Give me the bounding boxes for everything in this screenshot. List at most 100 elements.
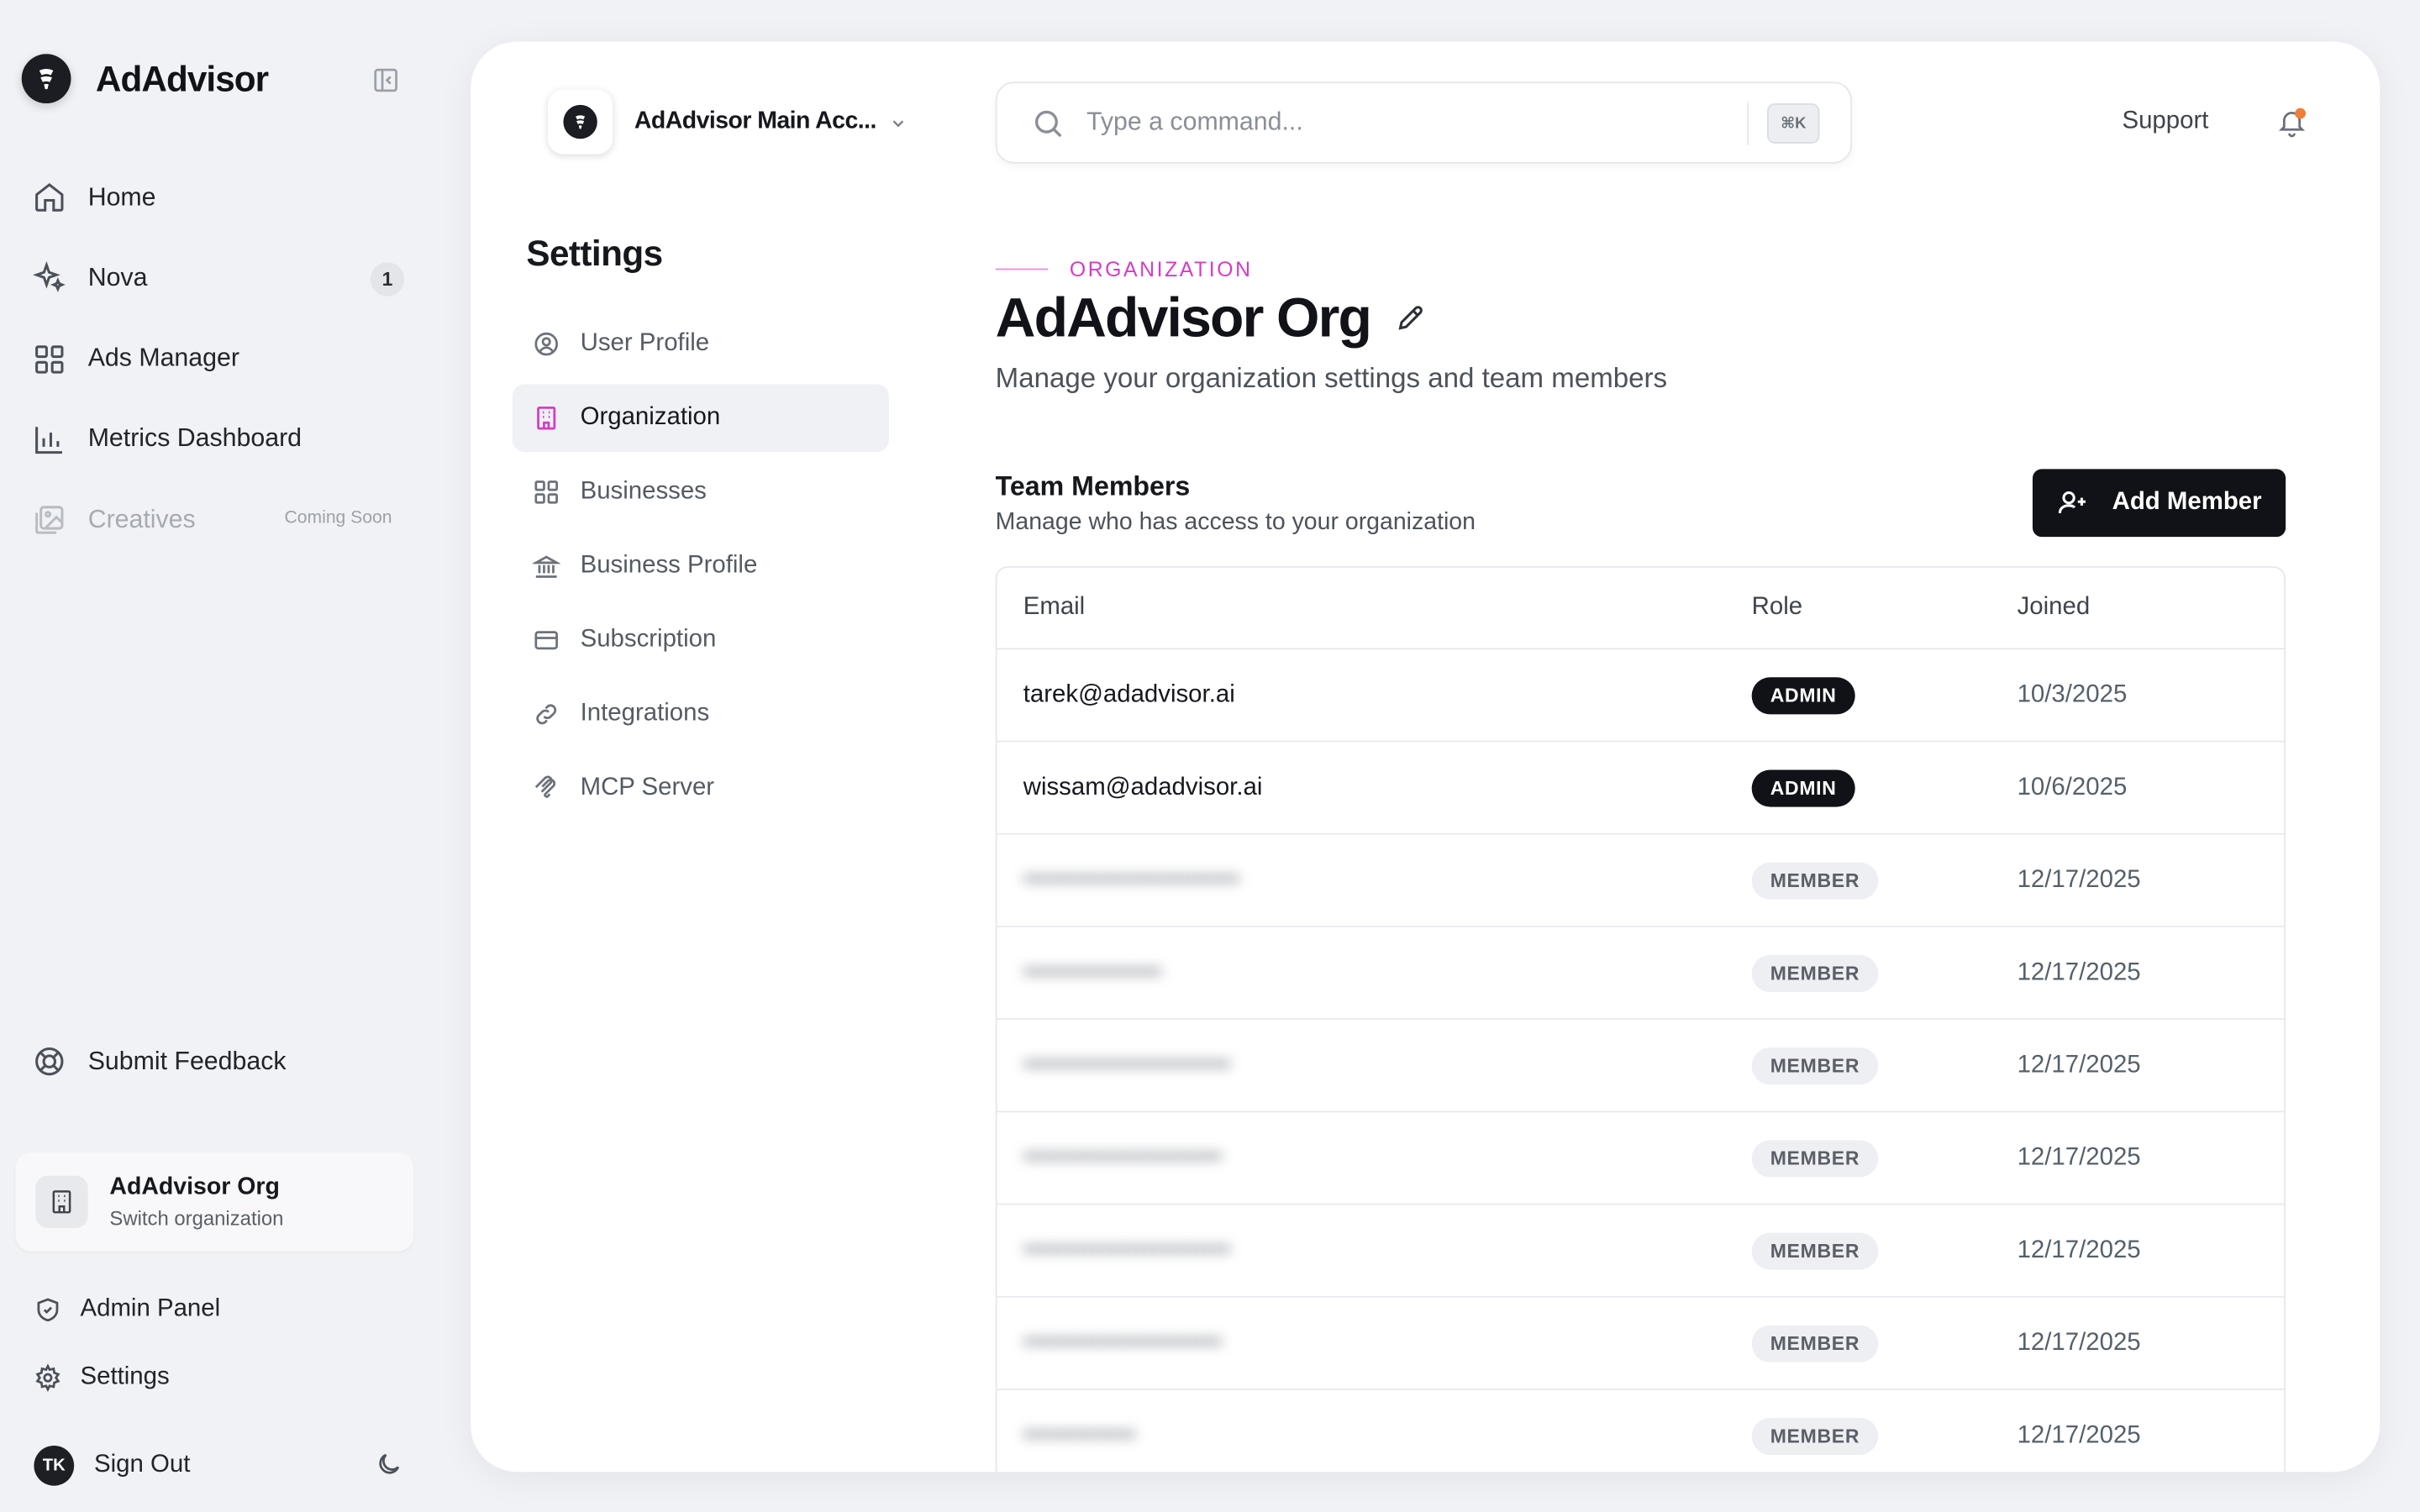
settings-item-integrations[interactable]: Integrations <box>513 680 889 748</box>
credit-card-icon <box>533 627 560 654</box>
search-divider <box>1747 102 1749 145</box>
sign-out-button[interactable]: TK Sign Out <box>34 1445 191 1486</box>
main-nav: Home Nova 1 Ads Manager Metrics Dashboar… <box>31 166 414 570</box>
member-email: wissam@adadvisor.ai <box>1023 774 1263 801</box>
bank-icon <box>532 553 560 580</box>
member-email: •••••••••••••••••••••••• <box>1023 1051 1231 1078</box>
member-role-cell: MEMBER <box>1751 1139 2018 1177</box>
support-link[interactable]: Support <box>2122 108 2208 136</box>
settings-item-user-profile[interactable]: User Profile <box>513 310 889 378</box>
nav-label: Metrics Dashboard <box>87 424 302 453</box>
role-badge: MEMBER <box>1751 1047 1879 1084</box>
search-placeholder: Type a command... <box>1086 108 1303 136</box>
building-icon <box>35 1175 88 1229</box>
column-header-role[interactable]: Role <box>1752 594 2018 622</box>
member-email: •••••••••••••••••••••••• <box>1023 1236 1231 1263</box>
account-switcher[interactable]: AdAdvisor Main Acc... <box>548 89 908 155</box>
coming-soon-tag: Coming Soon <box>284 509 392 528</box>
role-badge: MEMBER <box>1751 1231 1879 1269</box>
pencil-icon[interactable] <box>1395 302 1426 333</box>
role-badge: MEMBER <box>1751 953 1879 992</box>
settings-item-business-profile[interactable]: Business Profile <box>513 533 889 601</box>
main-panel: AdAdvisor Main Acc... Type a command... … <box>471 41 2381 1473</box>
submit-feedback-link[interactable]: Submit Feedback <box>31 1043 287 1080</box>
nav-item-ads-manager[interactable]: Ads Manager <box>31 328 414 389</box>
image-icon <box>31 501 68 538</box>
settings-item-organization[interactable]: Organization <box>512 384 889 453</box>
table-row[interactable]: ••••••••••••••••••••••••• MEMBER 12/17/202… <box>997 835 2285 927</box>
nav-item-home[interactable]: Home <box>31 166 414 228</box>
table-row[interactable]: ••••••••••••••••••••••• MEMBER 12/17/2025 <box>997 1112 2285 1205</box>
org-title-text: AdAdvisor Org <box>995 285 1372 349</box>
collapse-sidebar-icon[interactable] <box>372 66 400 94</box>
member-joined-date: 12/17/2025 <box>2017 1329 2141 1356</box>
brand-logo-icon <box>21 54 71 104</box>
bar-chart-icon <box>31 421 68 458</box>
table-row[interactable]: •••••••••••••••••••••••• MEMBER 12/17/2025 <box>997 1020 2285 1113</box>
table-row[interactable]: tarek@adadvisor.ai ADMIN 10/3/2025 <box>997 649 2285 743</box>
member-email: ••••••••••••••••••••••••• <box>1023 866 1239 893</box>
nav-item-nova[interactable]: Nova 1 <box>31 247 414 308</box>
member-role-cell: ADMIN <box>1751 676 2018 714</box>
settings-item-label: Businesses <box>580 478 707 505</box>
page-title: AdAdvisor Org <box>996 286 1426 350</box>
member-email: tarek@adadvisor.ai <box>1023 680 1235 708</box>
role-badge: MEMBER <box>1751 1417 1879 1456</box>
moon-icon[interactable] <box>375 1450 402 1478</box>
account-logo-icon <box>548 89 613 155</box>
nav-label: Home <box>87 182 156 211</box>
member-joined-date: 12/17/2025 <box>2017 958 2141 985</box>
admin-panel-link[interactable]: Admin Panel <box>34 1296 220 1324</box>
member-role-cell: MEMBER <box>1751 1047 2018 1084</box>
org-card-name: AdAdvisor Org <box>109 1173 280 1200</box>
brand[interactable]: AdAdvisor <box>21 54 269 104</box>
org-switcher-card[interactable]: AdAdvisor Org Switch organization <box>15 1152 414 1252</box>
table-row[interactable]: •••••••••••••••• MEMBER 12/17/2025 <box>997 927 2285 1021</box>
table-row[interactable]: •••••••••••••••••••••••• MEMBER 12/17/2025 <box>997 1205 2285 1298</box>
member-role-cell: MEMBER <box>1751 1231 2018 1269</box>
eyebrow-label: ORGANIZATION <box>1069 257 1253 281</box>
settings-item-subscription[interactable]: Subscription <box>513 606 889 675</box>
section-eyebrow: ORGANIZATION <box>995 257 1253 281</box>
member-role-cell: ADMIN <box>1751 769 2018 806</box>
table-row[interactable]: wissam@adadvisor.ai ADMIN 10/6/2025 <box>997 742 2285 835</box>
column-header-email[interactable]: Email <box>997 594 1752 622</box>
sparkle-icon <box>31 260 68 297</box>
account-name: AdAdvisor Main Acc... <box>634 108 877 134</box>
member-joined-date: 12/17/2025 <box>2017 1422 2141 1449</box>
settings-item-label: Subscription <box>580 626 717 653</box>
add-member-button[interactable]: Add Member <box>2032 469 2286 538</box>
page-description: Manage your organization settings and te… <box>995 362 1668 394</box>
command-search-input[interactable]: Type a command... ⌘K <box>995 81 1853 164</box>
member-joined-date: 10/6/2025 <box>2017 774 2128 801</box>
nav-label: Creatives <box>87 505 196 533</box>
table-row[interactable]: ••••••••••••••••••••••• MEMBER 12/17/2025 <box>997 1298 2285 1390</box>
gear-icon <box>34 1363 61 1392</box>
member-joined-date: 12/17/2025 <box>2017 1143 2141 1171</box>
grid-icon <box>533 478 560 506</box>
member-role-cell: MEMBER <box>1751 861 2018 899</box>
home-icon <box>31 179 68 216</box>
role-badge: MEMBER <box>1751 1139 1879 1177</box>
settings-link[interactable]: Settings <box>34 1363 170 1392</box>
settings-item-businesses[interactable]: Businesses <box>513 458 889 526</box>
admin-panel-label: Admin Panel <box>80 1295 221 1323</box>
settings-item-label: MCP Server <box>580 774 715 801</box>
sign-out-label: Sign Out <box>94 1452 191 1478</box>
settings-nav: User Profile Organization Businesses Bus… <box>512 310 889 828</box>
team-members-subtitle: Manage who has access to your organizati… <box>995 509 1476 536</box>
column-header-joined[interactable]: Joined <box>2018 594 2091 622</box>
nav-item-metrics-dashboard[interactable]: Metrics Dashboard <box>31 409 414 470</box>
nav-item-creatives: Creatives Coming Soon <box>31 490 414 551</box>
link-icon <box>533 701 560 728</box>
settings-item-label: User Profile <box>580 330 710 357</box>
table-row[interactable]: ••••••••••••• MEMBER 12/17/2025 <box>997 1390 2285 1472</box>
feedback-label: Submit Feedback <box>87 1047 287 1075</box>
shield-icon <box>34 1296 61 1324</box>
user-circle-icon <box>533 330 560 358</box>
settings-item-label: Business Profile <box>580 552 758 579</box>
settings-item-mcp-server[interactable]: MCP Server <box>513 754 889 822</box>
member-email: ••••••••••••• <box>1023 1422 1136 1449</box>
member-joined-date: 10/3/2025 <box>2017 680 2128 708</box>
search-icon <box>1031 106 1065 139</box>
